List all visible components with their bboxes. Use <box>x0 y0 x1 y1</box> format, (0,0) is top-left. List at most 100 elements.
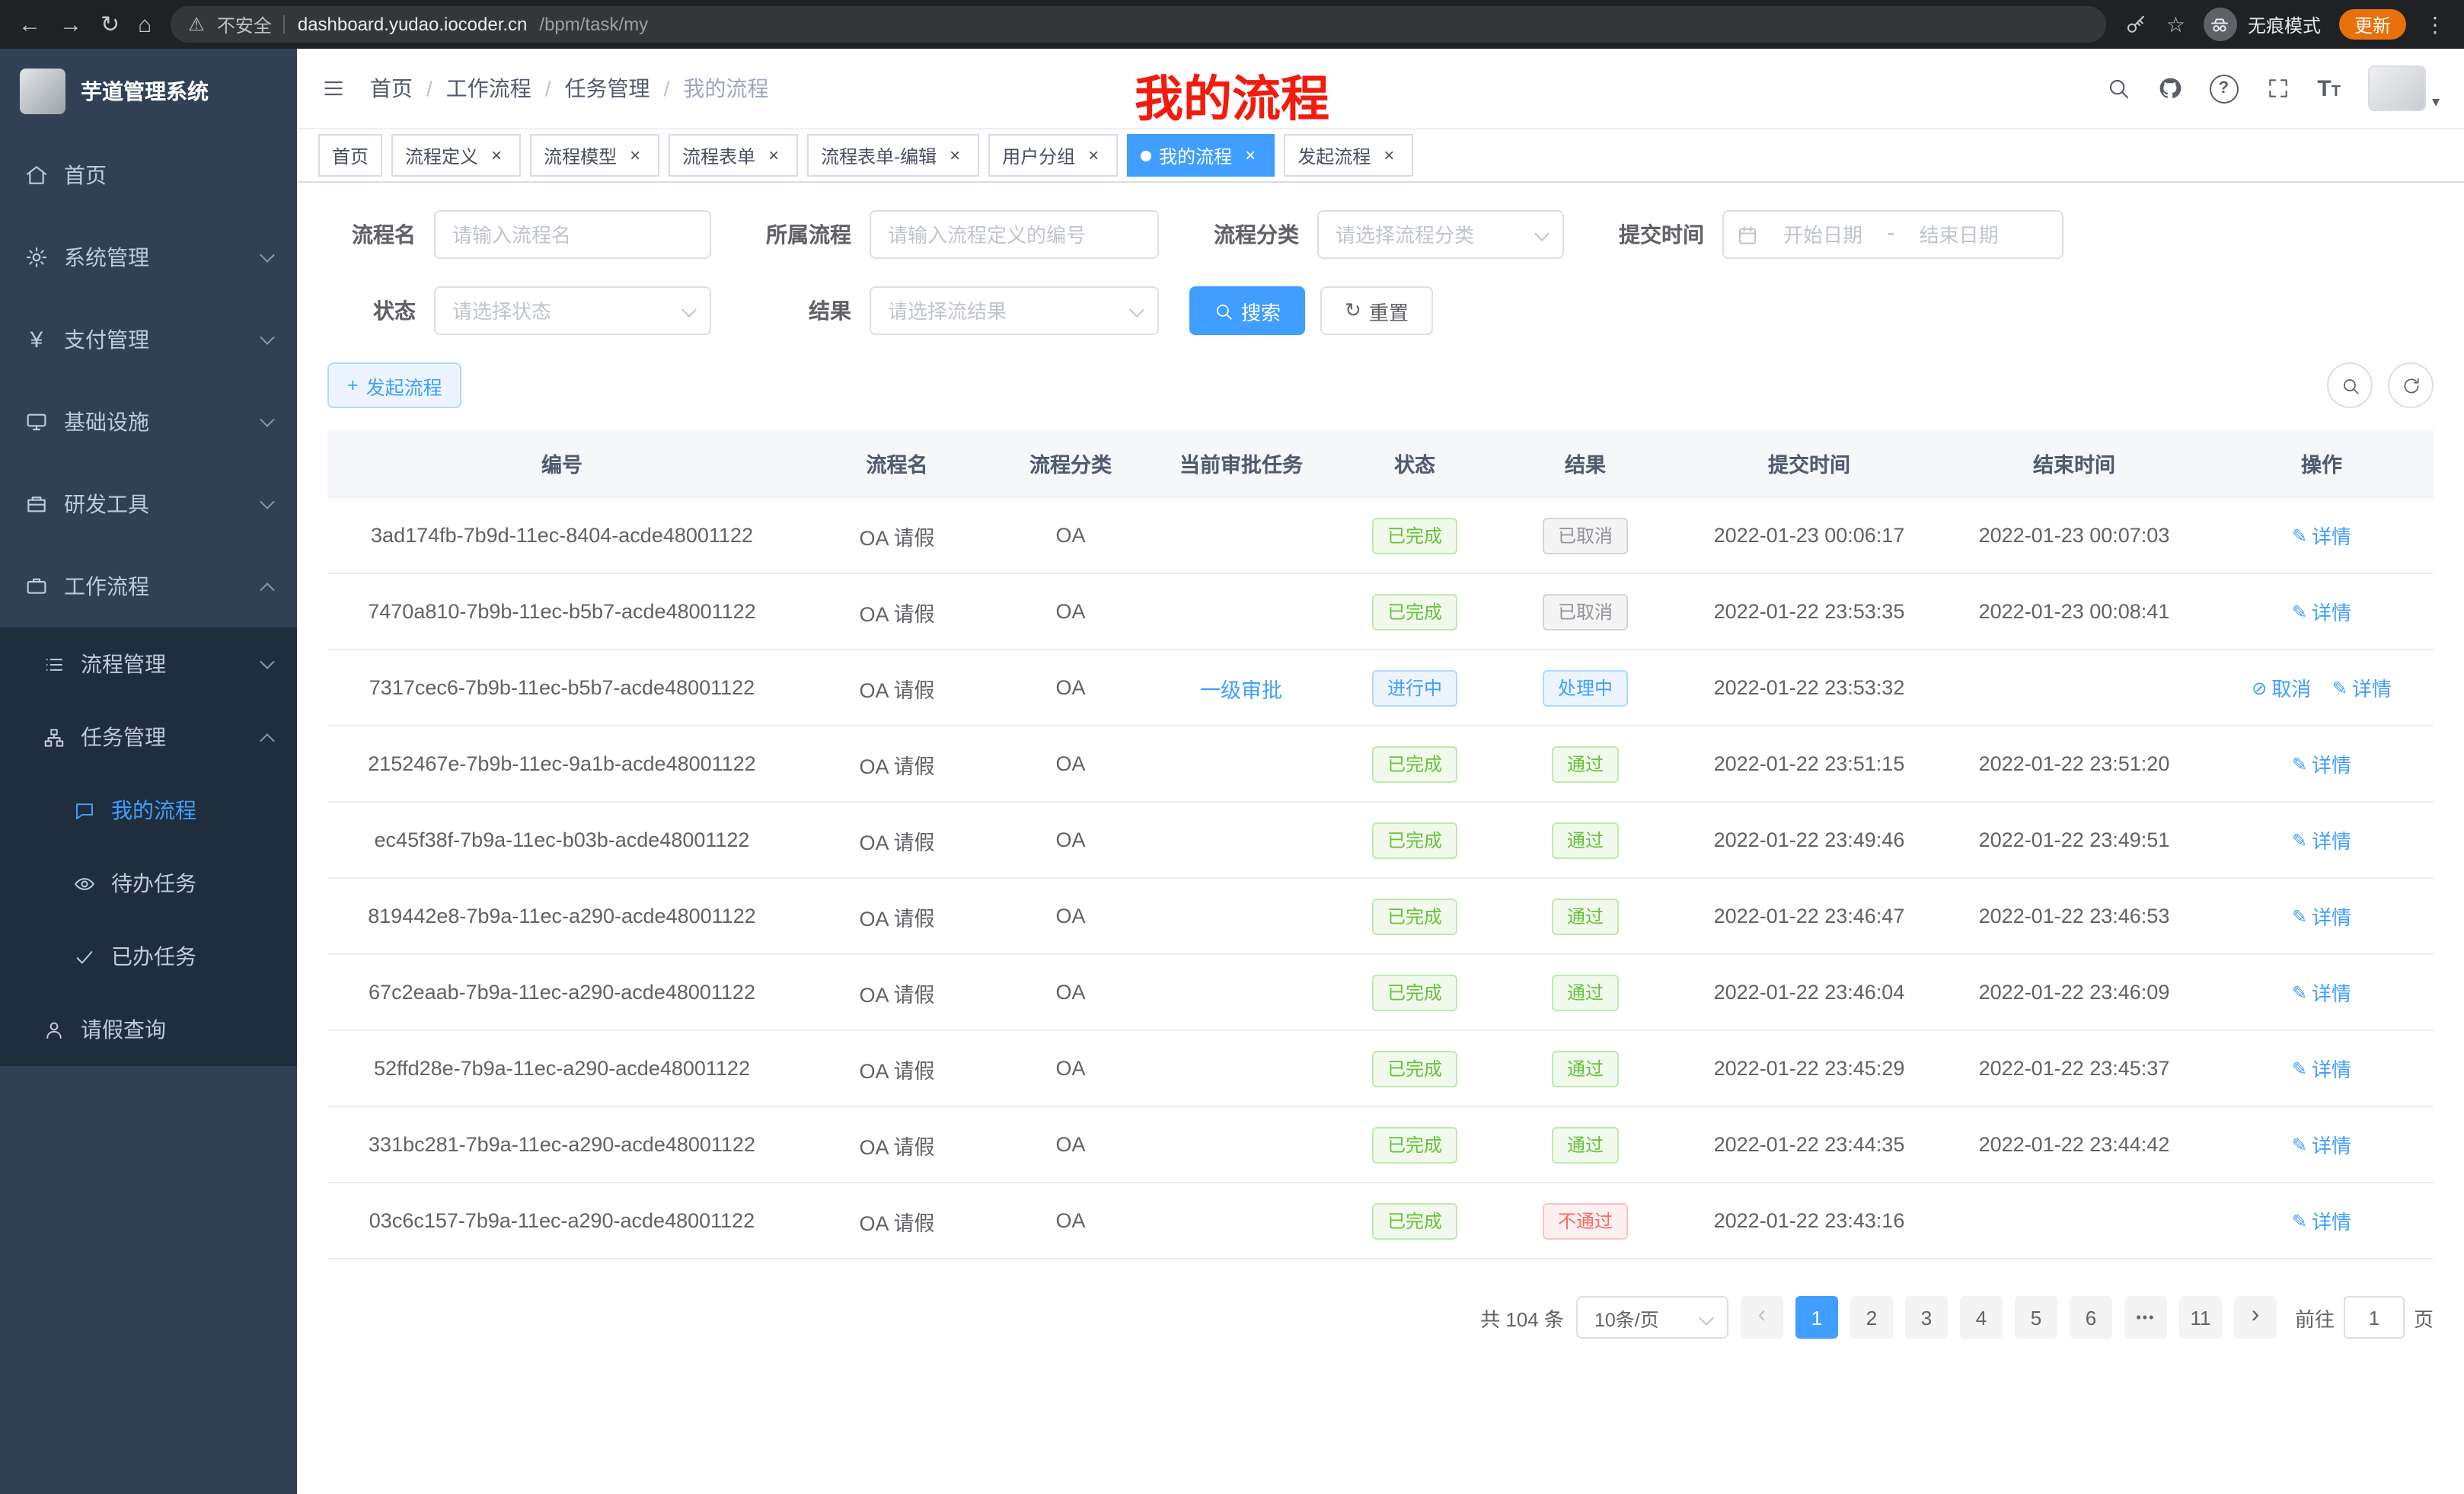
tab-process-form[interactable]: 流程表单× <box>669 134 798 177</box>
edit-icon: ✎ <box>2292 525 2307 546</box>
start-date-input[interactable] <box>1762 222 1884 247</box>
close-icon[interactable]: × <box>1240 145 1261 166</box>
refresh-button[interactable] <box>2388 362 2434 408</box>
cell-task <box>1144 878 1339 954</box>
next-page-button[interactable]: › <box>2234 1296 2277 1339</box>
tab-process-form-edit[interactable]: 流程表单-编辑× <box>807 134 979 177</box>
status-select[interactable] <box>434 286 711 335</box>
page-button-2[interactable]: 2 <box>1850 1296 1893 1339</box>
page-button-4[interactable]: 4 <box>1960 1296 2003 1339</box>
sidebar-item-home[interactable]: 首页 <box>0 134 297 216</box>
end-date-input[interactable] <box>1898 222 2020 247</box>
sidebar-item-my-process[interactable]: 我的流程 <box>0 774 297 847</box>
github-icon[interactable] <box>2157 76 2182 101</box>
sidebar-item-devtools[interactable]: 研发工具 <box>0 463 297 545</box>
close-icon[interactable]: × <box>1083 145 1104 166</box>
page-button-6[interactable]: 6 <box>2070 1296 2112 1339</box>
home-icon[interactable]: ⌂ <box>138 13 152 36</box>
tab-process-model[interactable]: 流程模型× <box>530 134 659 177</box>
page-button-11[interactable]: 11 <box>2179 1296 2222 1339</box>
prev-page-button[interactable]: ‹ <box>1741 1296 1783 1339</box>
detail-link[interactable]: ✎详情 <box>2292 597 2351 626</box>
font-size-icon[interactable]: TT <box>2317 75 2341 101</box>
reload-icon[interactable]: ↻ <box>101 13 120 36</box>
tab-my-process[interactable]: 我的流程× <box>1127 134 1275 177</box>
cell-task <box>1144 1030 1339 1106</box>
search-icon[interactable] <box>2105 76 2130 101</box>
detail-link[interactable]: ✎详情 <box>2292 521 2351 550</box>
page-root: ← → ↻ ⌂ ⚠ 不安全 dashboard.yudao.iocoder.cn… <box>0 0 2464 1494</box>
back-icon[interactable]: ← <box>18 13 41 36</box>
tab-user-group[interactable]: 用户分组× <box>988 134 1118 177</box>
process-name-input[interactable] <box>434 210 711 259</box>
sidebar-item-system[interactable]: 系统管理 <box>0 216 297 298</box>
sidebar-item-workflow[interactable]: 工作流程 <box>0 545 297 627</box>
sidebar-item-process-mgmt[interactable]: 流程管理 <box>0 627 297 701</box>
close-icon[interactable]: × <box>944 145 965 166</box>
reset-button[interactable]: ↻ 重置 <box>1320 286 1433 335</box>
cell-name: OA 请假 <box>796 497 997 573</box>
breadcrumb: 首页 / 工作流程 / 任务管理 / 我的流程 <box>370 73 768 104</box>
fullscreen-icon[interactable] <box>2265 76 2290 101</box>
breadcrumb-workflow[interactable]: 工作流程 <box>446 73 531 104</box>
detail-link[interactable]: ✎详情 <box>2292 1206 2351 1235</box>
submit-time-label: 提交时间 <box>1594 219 1704 250</box>
goto-page-input[interactable] <box>2344 1296 2405 1339</box>
page-button-3[interactable]: 3 <box>1905 1296 1948 1339</box>
result-select[interactable] <box>870 286 1159 335</box>
tab-home[interactable]: 首页 <box>318 134 382 177</box>
address-bar[interactable]: ⚠ 不安全 dashboard.yudao.iocoder.cn/bpm/tas… <box>170 6 2107 43</box>
forward-icon[interactable]: → <box>59 13 82 36</box>
security-label: 不安全 <box>217 11 272 37</box>
create-process-button[interactable]: + 发起流程 <box>327 362 462 408</box>
current-task-link[interactable]: 一级审批 <box>1200 678 1282 701</box>
key-icon[interactable] <box>2125 13 2148 36</box>
bookmark-star-icon[interactable]: ☆ <box>2166 14 2185 35</box>
table-row: 7470a810-7b9b-11ec-b5b7-acde48001122 OA … <box>327 573 2434 650</box>
cell-end-time: 2022-01-22 23:51:20 <box>1939 726 2210 802</box>
page-button-1[interactable]: 1 <box>1795 1296 1838 1339</box>
close-icon[interactable]: × <box>763 145 784 166</box>
sidebar-item-payment[interactable]: ¥ 支付管理 <box>0 298 297 381</box>
status-tag: 已完成 <box>1372 822 1457 858</box>
breadcrumb-task-mgmt[interactable]: 任务管理 <box>565 73 650 104</box>
detail-link[interactable]: ✎详情 <box>2292 902 2351 931</box>
sidebar-item-leave-query[interactable]: 请假查询 <box>0 993 297 1066</box>
close-icon[interactable]: × <box>624 145 646 166</box>
hamburger-icon[interactable] <box>321 76 346 101</box>
close-icon[interactable]: × <box>1378 145 1400 166</box>
sidebar-item-done-task[interactable]: 已办任务 <box>0 920 297 993</box>
detail-link[interactable]: ✎详情 <box>2292 825 2351 854</box>
sidebar-item-task-mgmt[interactable]: 任务管理 <box>0 701 297 774</box>
update-button[interactable]: 更新 <box>2339 9 2406 40</box>
detail-link[interactable]: ✎详情 <box>2292 1054 2351 1083</box>
page-button-5[interactable]: 5 <box>2015 1296 2057 1339</box>
show-search-button[interactable] <box>2327 362 2373 408</box>
detail-link[interactable]: ✎详情 <box>2292 749 2351 778</box>
result-tag: 通过 <box>1552 1050 1619 1087</box>
status-tag: 已完成 <box>1372 1126 1457 1163</box>
cancel-link[interactable]: ⊘取消 <box>2252 673 2311 702</box>
cell-submit-time: 2022-01-22 23:44:35 <box>1680 1106 1939 1183</box>
more-pages-icon[interactable]: ••• <box>2124 1296 2167 1339</box>
user-menu[interactable]: ▾ <box>2368 65 2440 111</box>
tab-process-definition[interactable]: 流程定义× <box>391 134 521 177</box>
detail-link[interactable]: ✎详情 <box>2332 673 2392 702</box>
search-icon <box>2340 375 2360 395</box>
help-icon[interactable]: ? <box>2209 74 2238 103</box>
owner-process-input[interactable] <box>870 210 1159 259</box>
category-select[interactable] <box>1317 210 1564 259</box>
detail-link[interactable]: ✎详情 <box>2292 1130 2351 1159</box>
date-range-picker[interactable]: - <box>1722 210 2063 259</box>
detail-link[interactable]: ✎详情 <box>2292 978 2351 1007</box>
close-icon[interactable]: × <box>486 145 507 166</box>
search-button[interactable]: 搜索 <box>1189 286 1305 335</box>
browser-menu-icon[interactable]: ⋮ <box>2424 14 2446 35</box>
cell-id: 03c6c157-7b9a-11ec-a290-acde48001122 <box>327 1183 796 1259</box>
tab-start-process[interactable]: 发起流程× <box>1284 134 1413 177</box>
top-navbar: 首页 / 工作流程 / 任务管理 / 我的流程 ? TT ▾ <box>297 49 2464 129</box>
sidebar-item-todo-task[interactable]: 待办任务 <box>0 847 297 920</box>
breadcrumb-home[interactable]: 首页 <box>370 73 413 104</box>
page-size-select[interactable] <box>1576 1296 1728 1339</box>
sidebar-item-infra[interactable]: 基础设施 <box>0 381 297 463</box>
